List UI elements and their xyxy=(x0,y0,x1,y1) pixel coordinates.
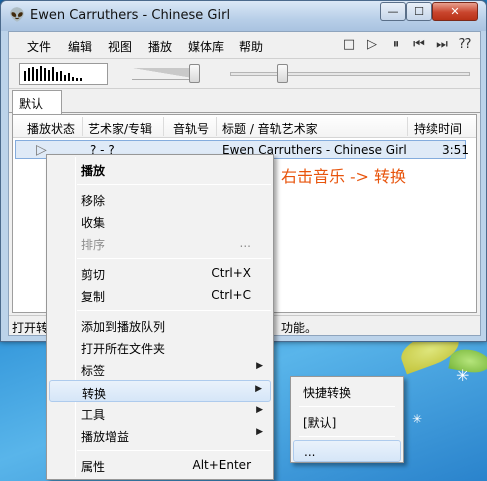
tutorial-annotation: 右击音乐 -> 转换 xyxy=(281,167,406,186)
minimize-button[interactable]: — xyxy=(380,2,406,21)
column-duration[interactable]: 持续时间 xyxy=(414,120,462,137)
control-row xyxy=(9,59,480,89)
menu-playback[interactable]: 播放 xyxy=(148,38,172,55)
menu-help[interactable]: 帮助 xyxy=(239,38,263,55)
menu-item-open-folder[interactable]: 打开所在文件夹 xyxy=(49,336,271,358)
spectrum-visualizer xyxy=(19,63,108,85)
desktop-star-decoration: ✳ xyxy=(456,366,470,385)
submenu-item-default[interactable]: [默认] xyxy=(293,410,401,432)
menu-item-tools[interactable]: 工具 ▶ xyxy=(49,402,271,424)
play-icon[interactable]: ▷ xyxy=(364,37,380,53)
menu-bar: 文件 编辑 视图 播放 媒体库 帮助 □ ▷ ⏸ ⏮ ⏭ ⁇ xyxy=(9,32,480,59)
submenu-arrow-icon: ▶ xyxy=(256,427,263,437)
menu-item-tags[interactable]: 标签 ▶ xyxy=(49,358,271,380)
column-track-number[interactable]: 音轨号 xyxy=(173,120,209,137)
menu-file[interactable]: 文件 xyxy=(27,38,51,55)
convert-submenu: 快捷转换 [默认] ... xyxy=(290,376,404,463)
menu-item-convert[interactable]: 转换 ▶ xyxy=(49,380,271,402)
window-title: Ewen Carruthers - Chinese Girl xyxy=(30,8,231,23)
submenu-item-more[interactable]: ... xyxy=(293,440,401,462)
column-header: 播放状态 艺术家/专辑 音轨号 标题 / 音轨艺术家 持续时间 xyxy=(13,115,476,138)
column-artist-album[interactable]: 艺术家/专辑 xyxy=(88,120,152,137)
submenu-item-quick-convert[interactable]: 快捷转换 xyxy=(293,380,401,402)
submenu-arrow-icon: ▶ xyxy=(256,405,263,415)
menu-item-properties[interactable]: 属性 Alt+Enter xyxy=(49,454,271,476)
stop-icon[interactable]: □ xyxy=(341,37,357,53)
status-text-right: 功能。 xyxy=(281,321,318,335)
previous-icon[interactable]: ⏮ xyxy=(411,37,427,53)
seek-bar-thumb[interactable] xyxy=(277,64,288,83)
tab-default[interactable]: 默认 xyxy=(12,90,62,114)
next-icon[interactable]: ⏭ xyxy=(434,37,450,53)
random-icon[interactable]: ⁇ xyxy=(457,37,473,53)
desktop-star-decoration: ✳ xyxy=(412,412,423,426)
volume-slider-thumb[interactable] xyxy=(189,64,200,83)
menu-item-play[interactable]: 播放 xyxy=(49,158,271,180)
menu-item-cut[interactable]: 剪切 Ctrl+X xyxy=(49,262,271,284)
title-bar[interactable]: 👽 Ewen Carruthers - Chinese Girl — ☐ ✕ xyxy=(1,1,486,31)
maximize-button[interactable]: ☐ xyxy=(406,2,432,21)
column-play-status[interactable]: 播放状态 xyxy=(27,120,75,137)
menu-item-sort[interactable]: 排序 ... xyxy=(49,232,271,254)
seek-bar-track[interactable] xyxy=(230,72,470,76)
menu-item-replaygain[interactable]: 播放增益 ▶ xyxy=(49,424,271,446)
menu-item-remove[interactable]: 移除 xyxy=(49,188,271,210)
cell-duration: 3:51 xyxy=(442,143,469,157)
app-logo-icon: 👽 xyxy=(9,8,26,23)
submenu-arrow-icon: ▶ xyxy=(256,361,263,371)
playlist-tabs: 默认 xyxy=(9,89,480,114)
column-title[interactable]: 标题 / 音轨艺术家 xyxy=(222,120,318,137)
context-menu: 播放 移除 收集 排序 ... 剪切 Ctrl+X 复制 Ctrl+C 添加到播… xyxy=(46,154,274,480)
pause-icon[interactable]: ⏸ xyxy=(388,37,404,53)
status-text-left: 打开转 xyxy=(12,321,49,335)
menu-item-copy[interactable]: 复制 Ctrl+C xyxy=(49,284,271,306)
close-button[interactable]: ✕ xyxy=(432,2,478,21)
menu-item-add-to-queue[interactable]: 添加到播放队列 xyxy=(49,314,271,336)
menu-library[interactable]: 媒体库 xyxy=(188,38,224,55)
menu-item-collect[interactable]: 收集 xyxy=(49,210,271,232)
submenu-arrow-icon: ▶ xyxy=(255,384,262,394)
menu-edit[interactable]: 编辑 xyxy=(68,38,92,55)
menu-view[interactable]: 视图 xyxy=(108,38,132,55)
